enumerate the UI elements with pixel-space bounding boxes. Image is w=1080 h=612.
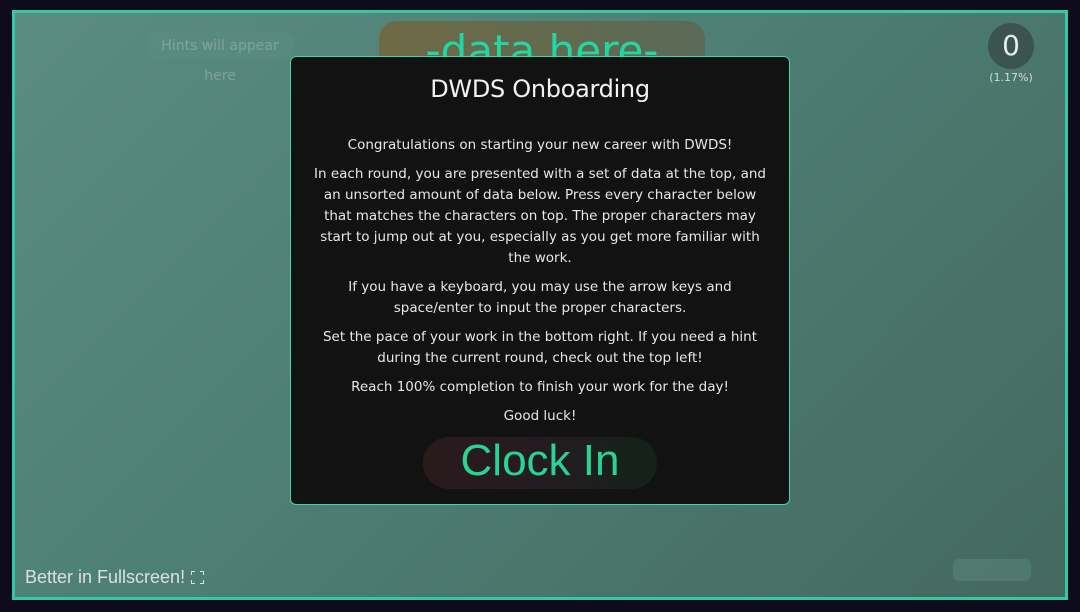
- fullscreen-label: Better in Fullscreen!: [25, 567, 186, 587]
- modal-body: Congratulations on starting your new car…: [311, 135, 769, 427]
- fullscreen-icon: [191, 571, 205, 584]
- pace-control[interactable]: [953, 559, 1031, 581]
- score-counter: 0: [988, 23, 1034, 69]
- modal-paragraph: Congratulations on starting your new car…: [347, 137, 733, 153]
- modal-paragraph: In each round, you are presented with a …: [314, 166, 766, 266]
- modal-title: DWDS Onboarding: [430, 75, 650, 103]
- modal-paragraph: Set the pace of your work in the bottom …: [322, 329, 757, 366]
- clock-in-button[interactable]: Clock In: [423, 437, 657, 489]
- completion-percent: (1.17%): [989, 71, 1033, 84]
- hint-box[interactable]: Hints will appear here: [145, 31, 295, 84]
- modal-paragraph: If you have a keyboard, you may use the …: [348, 279, 732, 316]
- modal-paragraph: Reach 100% completion to finish your wor…: [351, 379, 729, 395]
- onboarding-modal: DWDS Onboarding Congratulations on start…: [290, 56, 790, 505]
- modal-paragraph: Good luck!: [503, 408, 577, 424]
- fullscreen-toggle[interactable]: Better in Fullscreen!: [25, 567, 205, 588]
